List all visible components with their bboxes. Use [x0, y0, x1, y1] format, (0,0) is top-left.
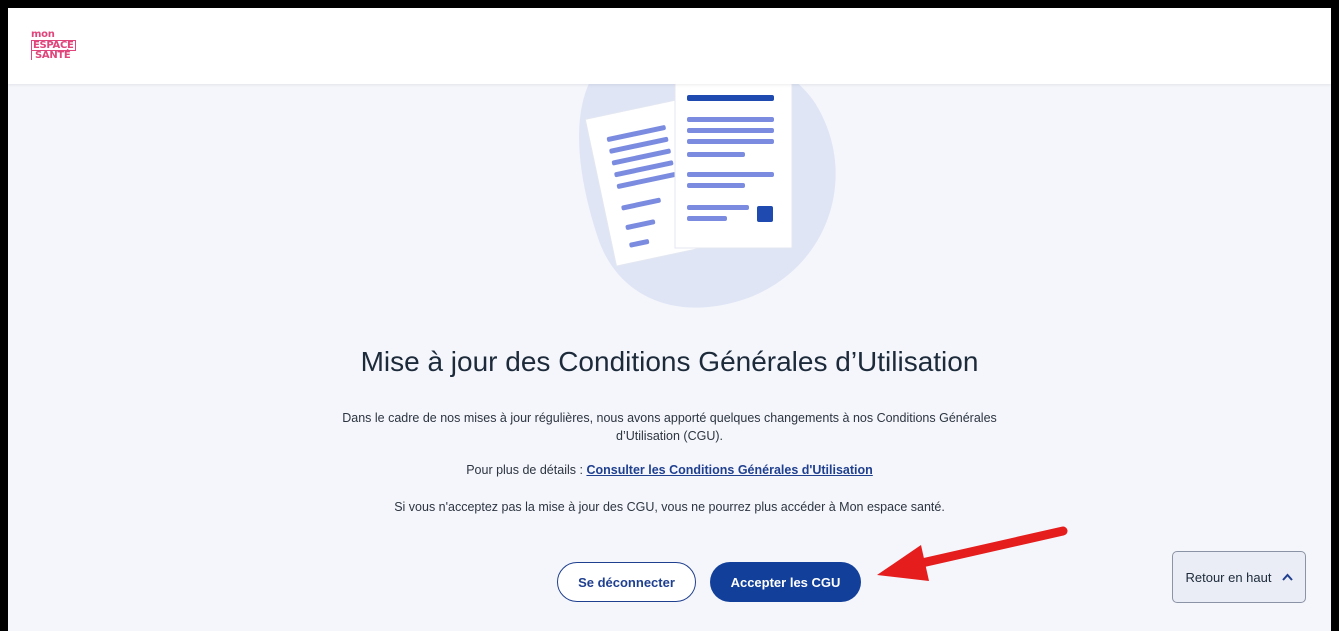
top-header: mon ESPACE SANTÉ: [8, 8, 1331, 84]
chevron-up-icon: [1281, 570, 1293, 584]
back-to-top-label: Retour en haut: [1185, 569, 1272, 585]
intro-line-1: Dans le cadre de nos mises à jour réguli…: [342, 411, 997, 425]
logo-line-1: mon: [31, 29, 55, 40]
intro-paragraph: Dans le cadre de nos mises à jour réguli…: [8, 409, 1331, 445]
logout-button[interactable]: Se déconnecter: [557, 562, 696, 602]
page: mon ESPACE SANTÉ Mise à jour des Conditi…: [8, 8, 1331, 631]
mon-espace-sante-logo[interactable]: mon ESPACE SANTÉ: [31, 30, 79, 64]
details-paragraph: Pour plus de détails : Consulter les Con…: [8, 461, 1331, 479]
red-arrow-annotation: [877, 526, 1068, 581]
intro-line-2: d’Utilisation (CGU).: [616, 429, 723, 443]
logo-line-3: SANTÉ: [31, 51, 79, 61]
details-prefix: Pour plus de détails :: [466, 463, 583, 477]
accept-cgu-button[interactable]: Accepter les CGU: [710, 562, 861, 602]
cgu-link[interactable]: Consulter les Conditions Générales d'Uti…: [586, 463, 872, 477]
back-to-top-button[interactable]: Retour en haut: [1172, 551, 1306, 603]
documents-illustration: [579, 48, 836, 308]
page-title: Mise à jour des Conditions Générales d’U…: [360, 346, 979, 377]
warning-paragraph: Si vous n'acceptez pas la mise à jour de…: [394, 500, 945, 514]
